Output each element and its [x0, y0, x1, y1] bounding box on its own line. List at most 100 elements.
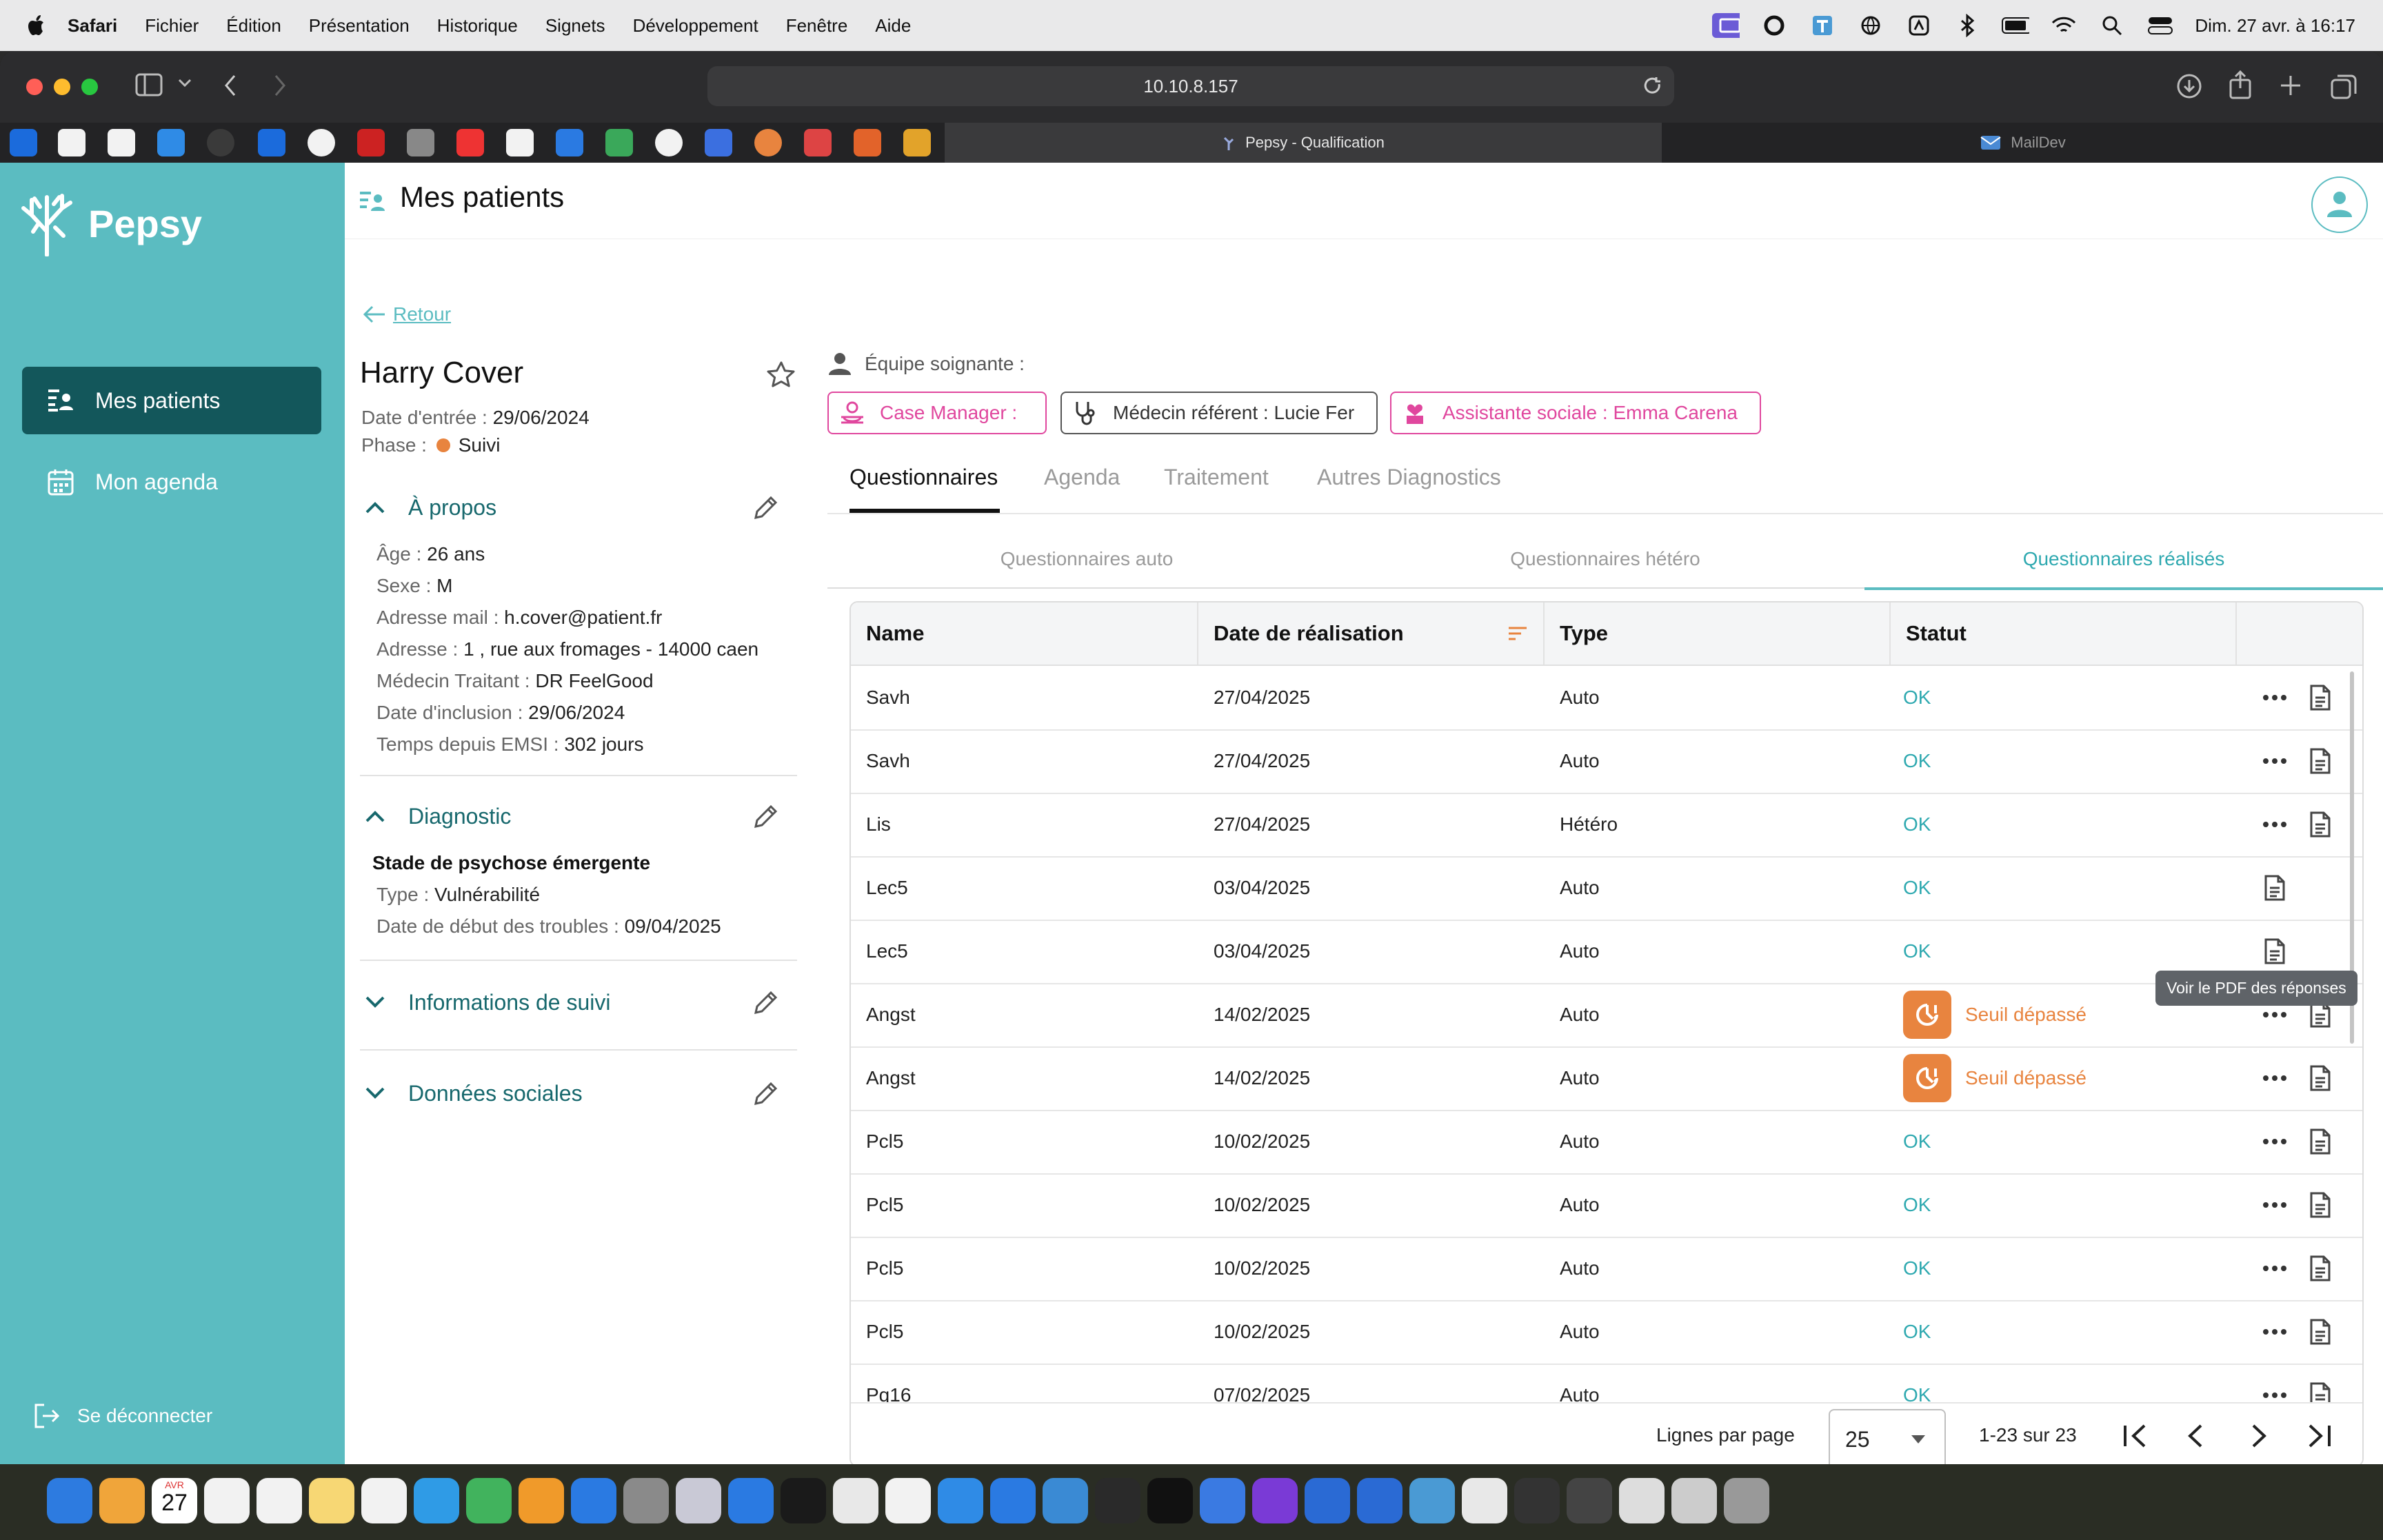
menu-fichier[interactable]: Fichier	[145, 15, 199, 37]
tab-agenda[interactable]: Agenda	[1044, 465, 1120, 490]
table-row[interactable]: Angst 14/02/2025 Auto Seuil dépassé	[851, 1046, 2362, 1111]
menubar-clock[interactable]: Dim. 27 avr. à 16:17	[2195, 15, 2355, 37]
chip-case-manager[interactable]: Case Manager :	[827, 392, 1047, 434]
favorite-m-icon[interactable]	[903, 129, 931, 156]
view-pdf-icon[interactable]	[2304, 1189, 2336, 1221]
favorite-grey-icon[interactable]	[407, 129, 434, 156]
favorite-github-icon-2[interactable]	[108, 129, 135, 156]
more-actions-icon[interactable]	[2259, 1062, 2291, 1094]
menu-fenetre[interactable]: Fenêtre	[786, 15, 848, 37]
dock-app-icon[interactable]	[1043, 1478, 1088, 1523]
view-pdf-icon[interactable]	[2304, 1316, 2336, 1348]
dock-app-icon[interactable]	[1619, 1478, 1665, 1523]
favorite-star-icon[interactable]	[765, 358, 797, 390]
table-row[interactable]: Pcl5 10/02/2025 Auto OK	[851, 1110, 2362, 1175]
dock-app-icon[interactable]	[1671, 1478, 1717, 1523]
chip-social-worker[interactable]: Assistante sociale : Emma Carena	[1390, 392, 1761, 434]
col-header-name[interactable]: Name	[851, 602, 1198, 665]
edit-pencil-icon[interactable]	[752, 493, 781, 522]
sidebar-toggle-icon[interactable]	[135, 73, 163, 97]
logout-button[interactable]: Se déconnecter	[33, 1402, 212, 1430]
table-row[interactable]: Pcl5 10/02/2025 Auto OK	[851, 1173, 2362, 1238]
dock-app-icon[interactable]	[1305, 1478, 1350, 1523]
more-actions-icon[interactable]	[2259, 1316, 2291, 1348]
dock-app-icon[interactable]	[414, 1478, 459, 1523]
zoom-window-button[interactable]	[81, 79, 98, 95]
more-actions-icon[interactable]	[2259, 809, 2291, 840]
favorite-avatar-icon[interactable]	[207, 129, 234, 156]
dock-app-icon[interactable]	[990, 1478, 1036, 1523]
dock-app-icon[interactable]	[1724, 1478, 1769, 1523]
favorite-bitwarden-icon[interactable]	[258, 129, 285, 156]
dock-app-icon[interactable]	[1252, 1478, 1298, 1523]
browser-tab-maildev[interactable]: MailDev	[1663, 123, 2383, 163]
ai-app-icon[interactable]	[1905, 12, 1933, 39]
spotlight-search-icon[interactable]	[2098, 12, 2126, 39]
user-avatar-button[interactable]	[2311, 176, 2368, 233]
menu-presentation[interactable]: Présentation	[309, 15, 410, 37]
subtab-auto[interactable]: Questionnaires auto	[827, 531, 1346, 589]
dock-app-icon[interactable]	[361, 1478, 407, 1523]
more-actions-icon[interactable]	[2259, 1126, 2291, 1157]
chevron-down-icon[interactable]	[178, 79, 192, 88]
table-row[interactable]: Pq16 07/02/2025 Auto OK	[851, 1364, 2362, 1402]
table-row[interactable]: Lec5 03/04/2025 Auto OK	[851, 920, 2362, 984]
dock-app-icon[interactable]	[938, 1478, 983, 1523]
dock-app-icon[interactable]	[1357, 1478, 1402, 1523]
edit-pencil-icon[interactable]	[752, 988, 781, 1017]
browser-tab-pepsy[interactable]: Pepsy - Qualification	[945, 123, 1662, 163]
screen-mirroring-icon[interactable]	[1712, 12, 1740, 39]
control-center-icon[interactable]	[2146, 12, 2174, 39]
share-icon[interactable]	[2229, 70, 2252, 99]
table-row[interactable]: Lis 27/04/2025 Hétéro OK	[851, 793, 2362, 858]
tab-overview-icon[interactable]	[2331, 73, 2357, 99]
textsoap-icon[interactable]	[1809, 12, 1836, 39]
previous-page-icon[interactable]	[2179, 1419, 2213, 1453]
apple-icon[interactable]	[28, 14, 47, 37]
tab-questionnaires[interactable]: Questionnaires	[849, 465, 998, 490]
menu-signets[interactable]: Signets	[545, 15, 605, 37]
dock-app-icon[interactable]	[99, 1478, 145, 1523]
app-logo[interactable]: Pepsy	[19, 190, 202, 256]
new-tab-icon[interactable]	[2280, 74, 2302, 97]
tab-autres-diagnostics[interactable]: Autres Diagnostics	[1317, 465, 1501, 490]
minimize-window-button[interactable]	[54, 79, 70, 95]
view-pdf-icon[interactable]	[2304, 809, 2336, 840]
section-followup-header[interactable]: Informations de suivi	[363, 982, 790, 1023]
dock-app-icon[interactable]	[1567, 1478, 1612, 1523]
dock-app-icon[interactable]	[1200, 1478, 1245, 1523]
view-pdf-icon[interactable]	[2304, 1126, 2336, 1157]
dock-app-icon[interactable]	[728, 1478, 774, 1523]
last-page-icon[interactable]	[2302, 1419, 2336, 1453]
menu-aide[interactable]: Aide	[875, 15, 911, 37]
vpn-globe-icon[interactable]	[1857, 12, 1884, 39]
favorite-red-icon[interactable]	[357, 129, 385, 156]
more-actions-icon[interactable]	[2259, 1253, 2291, 1284]
section-about-header[interactable]: À propos	[363, 487, 790, 528]
more-actions-icon[interactable]	[2259, 745, 2291, 777]
nav-mon-agenda[interactable]: Mon agenda	[22, 448, 321, 516]
table-row[interactable]: Pcl5 10/02/2025 Auto OK	[851, 1300, 2362, 1365]
dock-app-icon[interactable]	[204, 1478, 250, 1523]
col-header-status[interactable]: Statut	[1891, 602, 2237, 665]
dock-app-icon[interactable]	[781, 1478, 826, 1523]
dock-app-icon[interactable]	[519, 1478, 564, 1523]
dock-app-icon[interactable]	[571, 1478, 616, 1523]
view-pdf-icon[interactable]	[2304, 1253, 2336, 1284]
section-social-header[interactable]: Données sociales	[363, 1073, 790, 1114]
dock-app-icon[interactable]	[47, 1478, 92, 1523]
view-pdf-icon[interactable]	[2304, 1062, 2336, 1094]
dock-app-icon[interactable]	[1409, 1478, 1455, 1523]
menu-historique[interactable]: Historique	[437, 15, 518, 37]
section-diagnostic-header[interactable]: Diagnostic	[363, 796, 790, 837]
dock-app-icon[interactable]	[676, 1478, 721, 1523]
grammarly-icon[interactable]	[1760, 12, 1788, 39]
menu-edition[interactable]: Édition	[226, 15, 281, 37]
menu-app-name[interactable]: Safari	[68, 15, 117, 37]
dock-app-icon[interactable]	[1462, 1478, 1507, 1523]
edit-pencil-icon[interactable]	[752, 1079, 781, 1108]
sort-icon[interactable]	[1507, 626, 1528, 641]
close-window-button[interactable]	[26, 79, 43, 95]
subtab-hetero[interactable]: Questionnaires hétéro	[1346, 531, 1864, 589]
bluetooth-icon[interactable]	[1953, 12, 1981, 39]
